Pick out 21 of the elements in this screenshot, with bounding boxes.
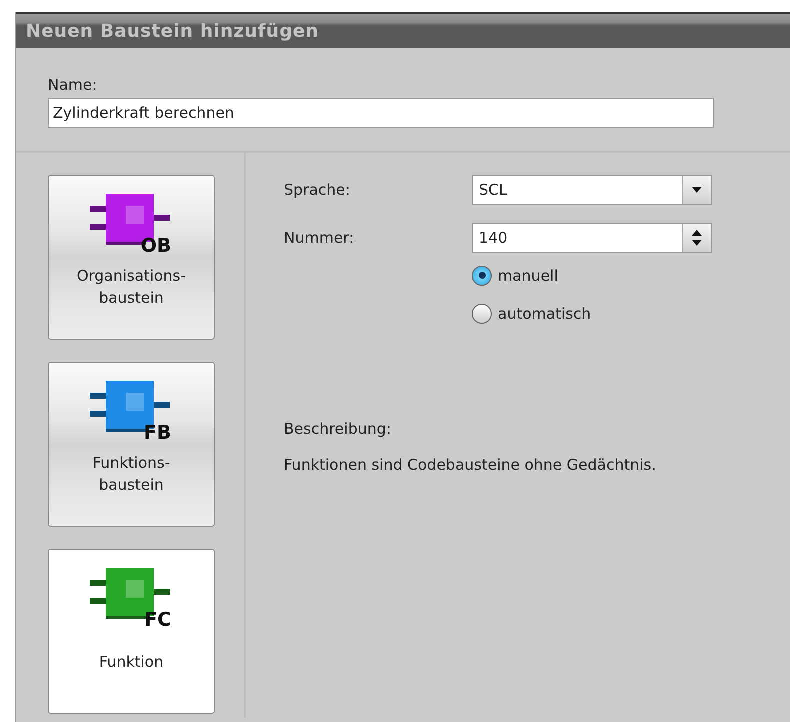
block-code: OB xyxy=(140,237,172,256)
block-type-button[interactable]: FC Funktion xyxy=(48,549,215,714)
block-code: FB xyxy=(144,424,172,443)
name-field[interactable]: Zylinderkraft berechnen xyxy=(48,98,714,128)
language-label: Sprache: xyxy=(284,181,352,199)
number-label: Nummer: xyxy=(284,229,356,247)
language-dropdown[interactable]: SCL xyxy=(472,175,712,205)
block-type-button[interactable]: FB Funktions- baustein xyxy=(48,362,215,527)
description-text: Funktionen sind Codebausteine ohne Gedächtnis. xyxy=(284,456,658,474)
dropdown-arrow-icon xyxy=(692,187,702,193)
block-code: FC xyxy=(144,611,172,630)
window-title: Neuen Baustein hinzufügen xyxy=(26,20,319,42)
block-type-button[interactable]: OB Organisations- baustein xyxy=(48,175,215,340)
number-spinner[interactable]: 140 xyxy=(472,223,712,253)
radio-button[interactable] xyxy=(472,304,492,324)
radio-option[interactable]: manuell xyxy=(472,266,558,286)
description-label: Beschreibung: xyxy=(284,420,392,438)
radio-button[interactable] xyxy=(472,266,492,286)
name-label: Name: xyxy=(48,76,98,94)
radio-option[interactable]: automatisch xyxy=(472,304,592,324)
spinner-arrows-icon xyxy=(692,230,702,246)
